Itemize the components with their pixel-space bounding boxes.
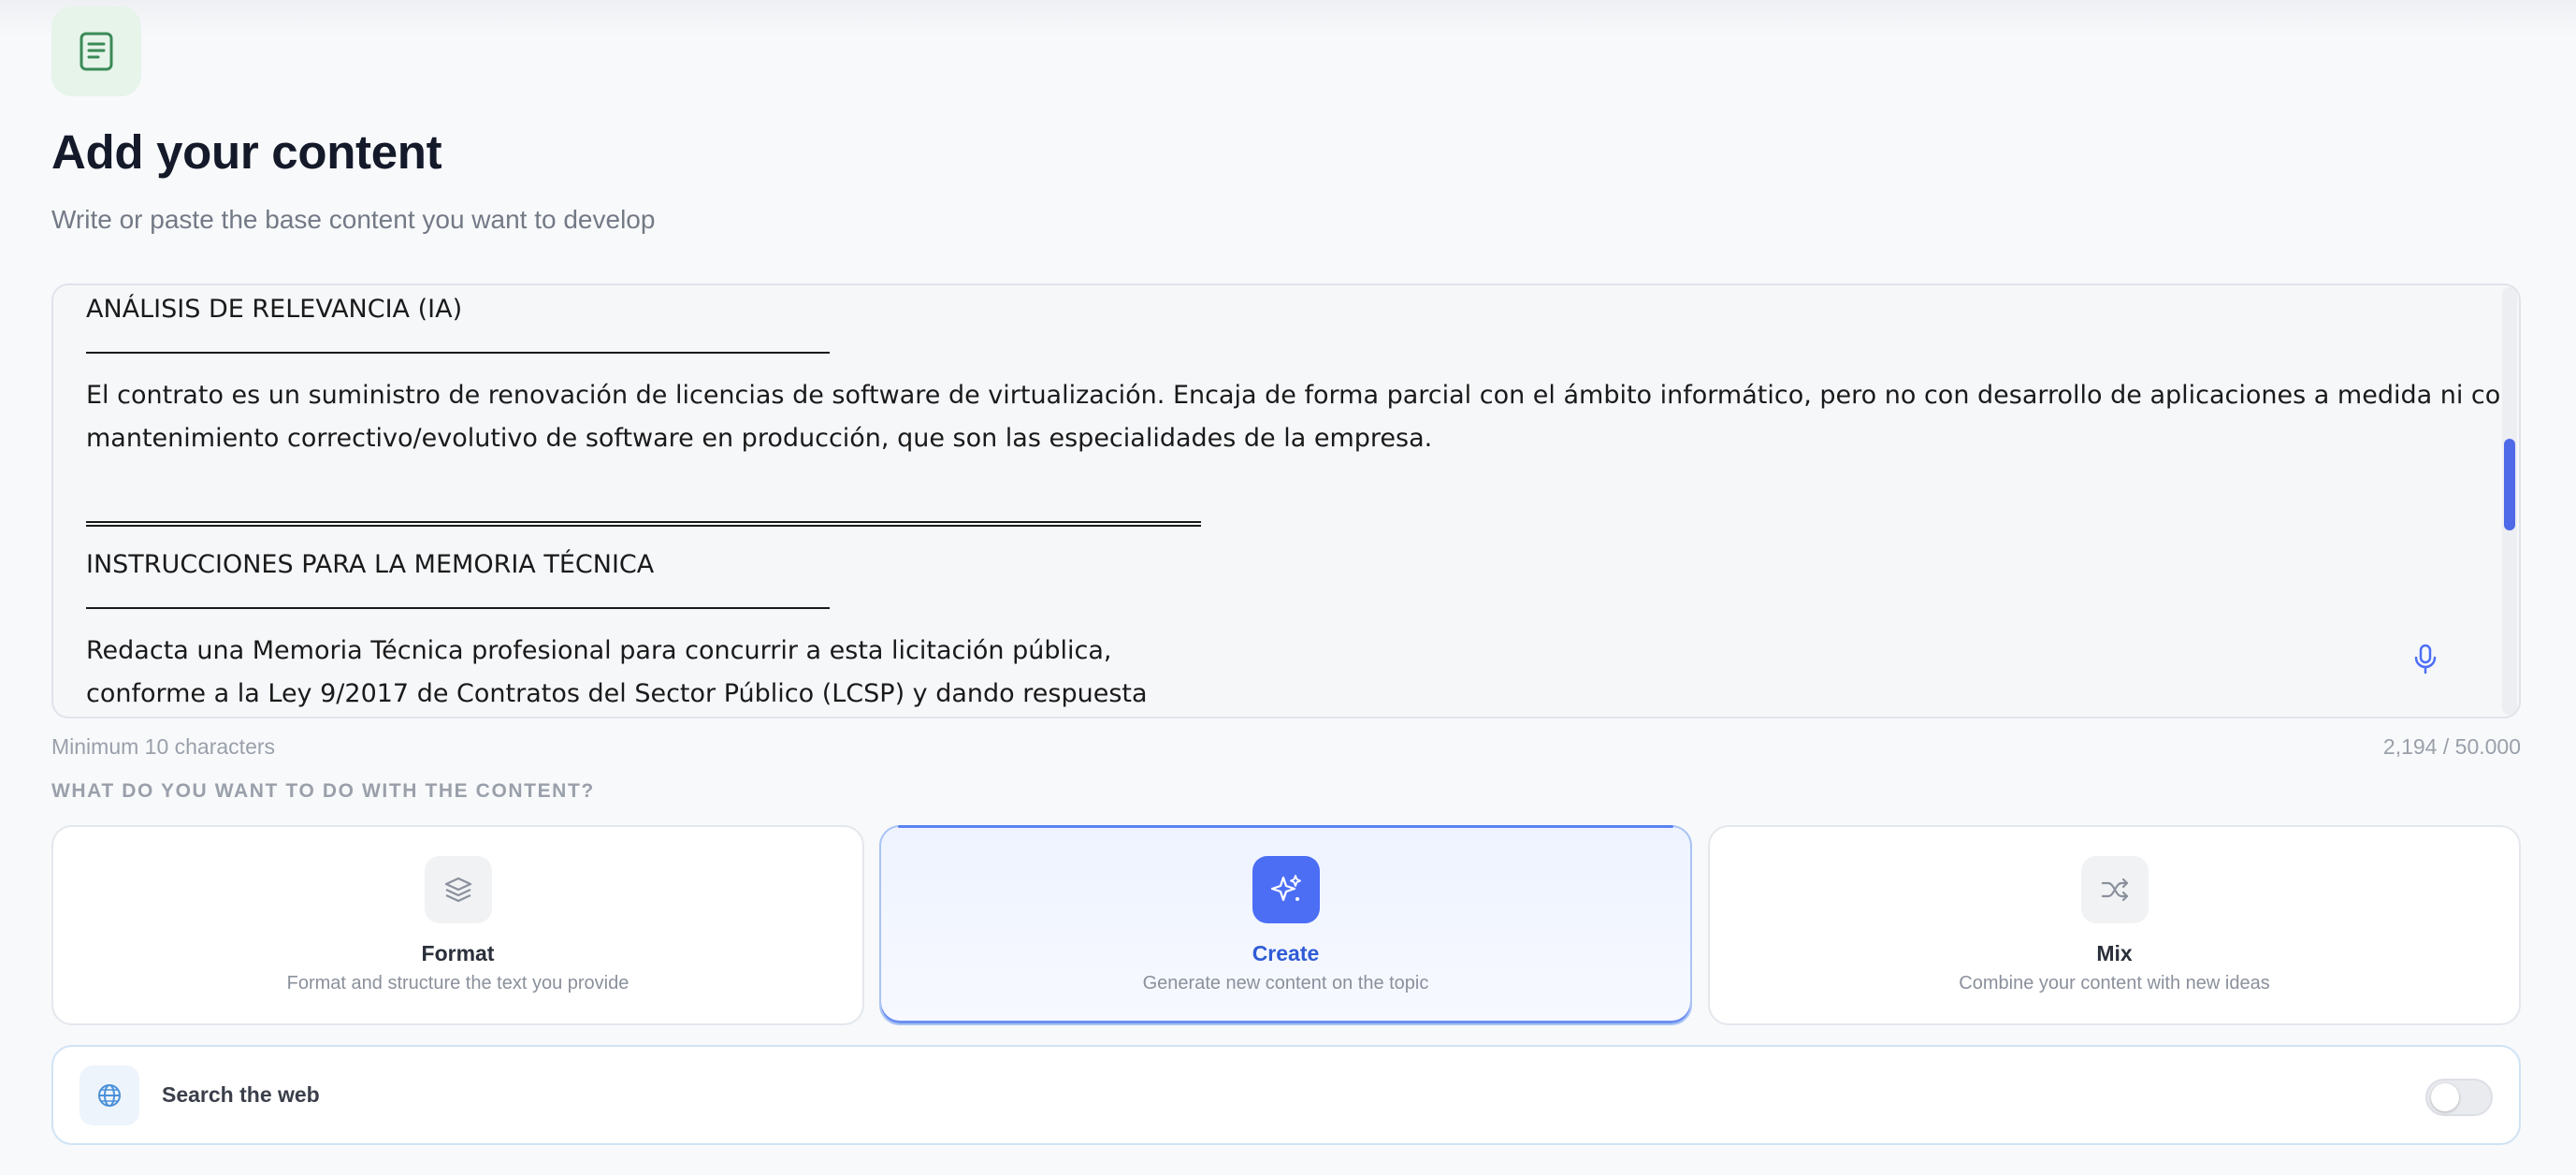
editor-line: INSTRUCCIONES PARA LA MEMORIA TÉCNICA xyxy=(86,550,655,579)
min-characters-hint: Minimum 10 characters xyxy=(51,734,276,759)
layers-icon xyxy=(424,856,492,923)
editor-line: El contrato es un suministro de renovaci… xyxy=(86,381,2517,410)
microphone-icon xyxy=(2414,644,2437,675)
toggle-knob xyxy=(2431,1083,2459,1111)
divider-line xyxy=(86,607,830,609)
mode-title: Format xyxy=(421,941,495,965)
double-divider-line xyxy=(86,521,1201,527)
mode-card-format[interactable]: Format Format and structure the text you… xyxy=(51,825,864,1025)
shuffle-icon xyxy=(2080,856,2149,923)
document-icon xyxy=(51,7,141,96)
page-title: Add your content xyxy=(51,125,442,179)
mode-description: Format and structure the text you provid… xyxy=(286,973,630,994)
mode-title: Mix xyxy=(2096,941,2133,965)
editor-line: mantenimiento correctivo/evolutivo de so… xyxy=(86,424,1433,453)
microphone-button[interactable] xyxy=(2407,639,2444,680)
mode-description: Generate new content on the topic xyxy=(1142,973,1429,994)
search-web-toggle[interactable] xyxy=(2425,1079,2493,1116)
editor-line: Redacta una Memoria Técnica profesional … xyxy=(86,636,1112,665)
mode-description: Combine your content with new ideas xyxy=(1959,973,2270,994)
scrollbar-thumb[interactable] xyxy=(2504,439,2515,530)
mode-card-mix[interactable]: Mix Combine your content with new ideas xyxy=(1708,825,2521,1025)
search-web-label: Search the web xyxy=(162,1082,320,1107)
content-textarea[interactable]: ANÁLISIS DE RELEVANCIA (IA) El contrato … xyxy=(51,283,2521,718)
mode-section-label: WHAT DO YOU WANT TO DO WITH THE CONTENT? xyxy=(51,780,595,802)
mode-title: Create xyxy=(1252,941,1320,965)
editor-line: ANÁLISIS DE RELEVANCIA (IA) xyxy=(86,295,463,324)
editor-line: conforme a la Ley 9/2017 de Contratos de… xyxy=(86,679,1148,708)
globe-icon xyxy=(80,1066,139,1125)
page-subtitle: Write or paste the base content you want… xyxy=(51,205,656,234)
character-counter: 2,194 / 50.000 xyxy=(2382,734,2521,759)
search-web-row[interactable]: Search the web xyxy=(51,1045,2521,1145)
sparkles-icon xyxy=(1252,856,1320,923)
divider-line xyxy=(86,352,830,354)
mode-card-create[interactable]: Create Generate new content on the topic xyxy=(879,825,1692,1025)
top-shade xyxy=(0,0,2576,37)
